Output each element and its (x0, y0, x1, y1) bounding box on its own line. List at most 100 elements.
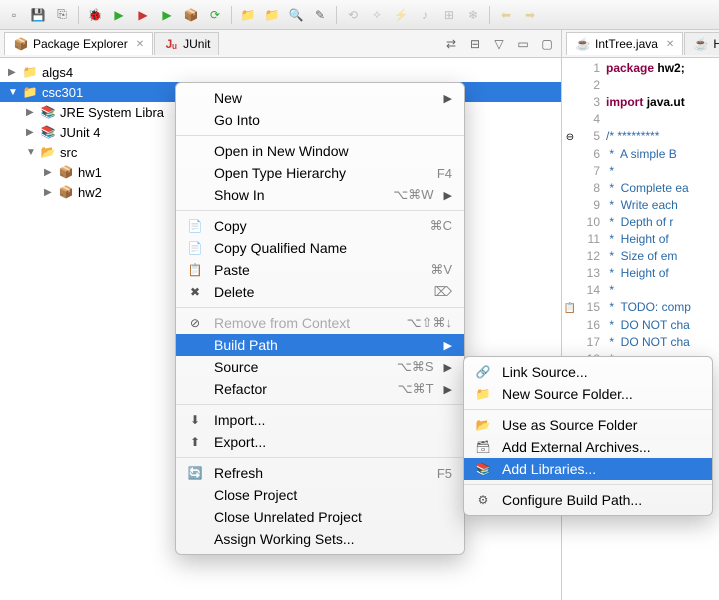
menu-item-label: Show In (214, 187, 383, 203)
submenu-configure-build-path-[interactable]: ⚙ Configure Build Path... (464, 489, 712, 511)
menu-new[interactable]: New▶ (176, 87, 464, 109)
folder-icon: 📁 (22, 64, 38, 80)
menu-item-icon: 📄 (186, 241, 204, 255)
min-icon[interactable]: ▭ (513, 34, 533, 54)
tree-arrow-icon[interactable]: ▶ (8, 67, 18, 78)
menu-copy[interactable]: 📄Copy⌘C (176, 215, 464, 237)
menu-item-icon: ⊘ (186, 316, 204, 330)
tab-label: JUnit (183, 37, 210, 51)
menu-icon[interactable]: ▽ (489, 34, 509, 54)
folder-icon: 📂 (40, 144, 56, 160)
menu-item-icon: 📋 (186, 263, 204, 277)
menu-item-label: Add Libraries... (502, 461, 700, 477)
tree-arrow-icon[interactable]: ▶ (26, 107, 36, 118)
folder-icon: 📚 (40, 124, 56, 140)
menu-open-in-new-window[interactable]: Open in New Window (176, 140, 464, 162)
menu-item-icon: ⬇ (186, 413, 204, 427)
menu-assign-working-sets-[interactable]: Assign Working Sets... (176, 528, 464, 550)
refresh-icon[interactable]: ⟳ (205, 5, 225, 25)
menu-shortcut: ⌘V (430, 262, 452, 278)
context-menu: New▶Go IntoOpen in New WindowOpen Type H… (175, 82, 465, 555)
tree-label: hw2 (78, 185, 102, 200)
open-task-icon[interactable]: 📁 (262, 5, 282, 25)
close-icon[interactable]: ✕ (136, 39, 144, 50)
tree-arrow-icon[interactable]: ▶ (26, 127, 36, 138)
main-toolbar: ▫ 💾 ⎘ 🐞 ▶ ▶ ▶ 📦 ⟳ 📁 📁 🔍 ✎ ⟲ ✧ ⚡ ♪ ⊞ ❄ ⬅ … (0, 0, 719, 30)
collapse-icon[interactable]: ⇄ (441, 34, 461, 54)
menu-copy-qualified-name[interactable]: 📄 Copy Qualified Name (176, 237, 464, 259)
menu-shortcut: ⌦ (434, 284, 452, 300)
left-view-tabs: 📦 Package Explorer ✕ Jᵤ JUnit ⇄ ⊟ ▽ ▭ ▢ (0, 30, 561, 58)
menu-item-label: Configure Build Path... (502, 492, 700, 508)
nav-icon: ⚡ (391, 5, 411, 25)
tree-arrow-icon[interactable]: ▼ (8, 87, 18, 98)
tab-junit[interactable]: Jᵤ JUnit (154, 32, 219, 55)
menu-item-icon: ⬆ (186, 435, 204, 449)
tab-label: Package Explorer (33, 37, 128, 51)
close-icon[interactable]: ✕ (666, 39, 674, 50)
build-path-submenu: 🔗Link Source...📁New Source Folder... 📂Use… (463, 356, 713, 516)
submenu-use-as-source-folder[interactable]: 📂Use as Source Folder (464, 414, 712, 436)
ext-tool-icon[interactable]: ▶ (133, 5, 153, 25)
new-icon[interactable]: ▫ (4, 5, 24, 25)
package-explorer-icon: 📦 (13, 36, 29, 52)
tree-arrow-icon[interactable]: ▶ (44, 167, 54, 178)
tab-inttree[interactable]: ☕ IntTree.java ✕ (566, 32, 683, 55)
save-icon[interactable]: 💾 (28, 5, 48, 25)
menu-item-icon: 🗃 (474, 440, 492, 454)
wand-icon[interactable]: ✎ (310, 5, 330, 25)
menu-source[interactable]: Source⌥⌘S▶ (176, 356, 464, 378)
link-icon[interactable]: ⊟ (465, 34, 485, 54)
open-type-icon[interactable]: 📁 (238, 5, 258, 25)
menu-refresh[interactable]: 🔄 Refresh F5 (176, 462, 464, 484)
build-icon[interactable]: 📦 (181, 5, 201, 25)
menu-item-label: Refresh (214, 465, 427, 481)
submenu-new-source-folder-[interactable]: 📁New Source Folder... (464, 383, 712, 405)
tree-label: JUnit 4 (60, 125, 100, 140)
menu-item-icon: 📂 (474, 418, 492, 432)
debug-icon[interactable]: 🐞 (85, 5, 105, 25)
menu-item-label: New Source Folder... (502, 386, 700, 402)
tree-arrow-icon[interactable]: ▼ (26, 147, 36, 158)
submenu-add-external-archives-[interactable]: 🗃 Add External Archives... (464, 436, 712, 458)
java-file-icon: ☕ (693, 36, 709, 52)
run-icon[interactable]: ▶ (109, 5, 129, 25)
submenu-link-source-[interactable]: 🔗Link Source... (464, 361, 712, 383)
save-all-icon[interactable]: ⎘ (52, 5, 72, 25)
menu-shortcut: ⌘C (430, 218, 452, 234)
menu-item-icon: 🔄 (186, 466, 204, 480)
menu-paste[interactable]: 📋Paste⌘V (176, 259, 464, 281)
coverage-icon[interactable]: ▶ (157, 5, 177, 25)
tab-label: IntTree.java (595, 37, 658, 51)
menu-refactor[interactable]: Refactor⌥⌘T▶ (176, 378, 464, 400)
menu-close-project[interactable]: Close Project (176, 484, 464, 506)
menu-item-icon: ✖ (186, 285, 204, 299)
menu-item-label: Source (214, 359, 387, 375)
tree-arrow-icon[interactable]: ▶ (44, 187, 54, 198)
max-icon[interactable]: ▢ (537, 34, 557, 54)
menu-close-unrelated-project[interactable]: Close Unrelated Project (176, 506, 464, 528)
fwd-icon: ➡ (520, 5, 540, 25)
menu-item-label: Copy Qualified Name (214, 240, 442, 256)
menu-item-label: Import... (214, 412, 442, 428)
search-icon[interactable]: 🔍 (286, 5, 306, 25)
menu-import-[interactable]: ⬇ Import... (176, 409, 464, 431)
nav-icon: ⟲ (343, 5, 363, 25)
submenu-add-libraries-[interactable]: 📚Add Libraries... (464, 458, 712, 480)
menu-shortcut: F5 (437, 466, 452, 481)
menu-item-icon: ⚙ (474, 493, 492, 507)
tree-label: hw1 (78, 165, 102, 180)
menu-build-path[interactable]: Build Path▶ (176, 334, 464, 356)
submenu-arrow-icon: ▶ (444, 189, 452, 202)
menu-go-into[interactable]: Go Into (176, 109, 464, 131)
menu-delete[interactable]: ✖Delete⌦ (176, 281, 464, 303)
menu-export-[interactable]: ⬆Export... (176, 431, 464, 453)
tree-item-algs4[interactable]: ▶📁algs4 (0, 62, 561, 82)
menu-open-type-hierarchy[interactable]: Open Type HierarchyF4 (176, 162, 464, 184)
tab-package-explorer[interactable]: 📦 Package Explorer ✕ (4, 32, 153, 55)
menu-shortcut: ⌥⇧⌘↓ (407, 315, 452, 331)
menu-show-in[interactable]: Show In⌥⌘W▶ (176, 184, 464, 206)
menu-item-label: Add External Archives... (502, 439, 700, 455)
menu-item-label: Open Type Hierarchy (214, 165, 427, 181)
tab-hw[interactable]: ☕ HW (684, 32, 719, 55)
